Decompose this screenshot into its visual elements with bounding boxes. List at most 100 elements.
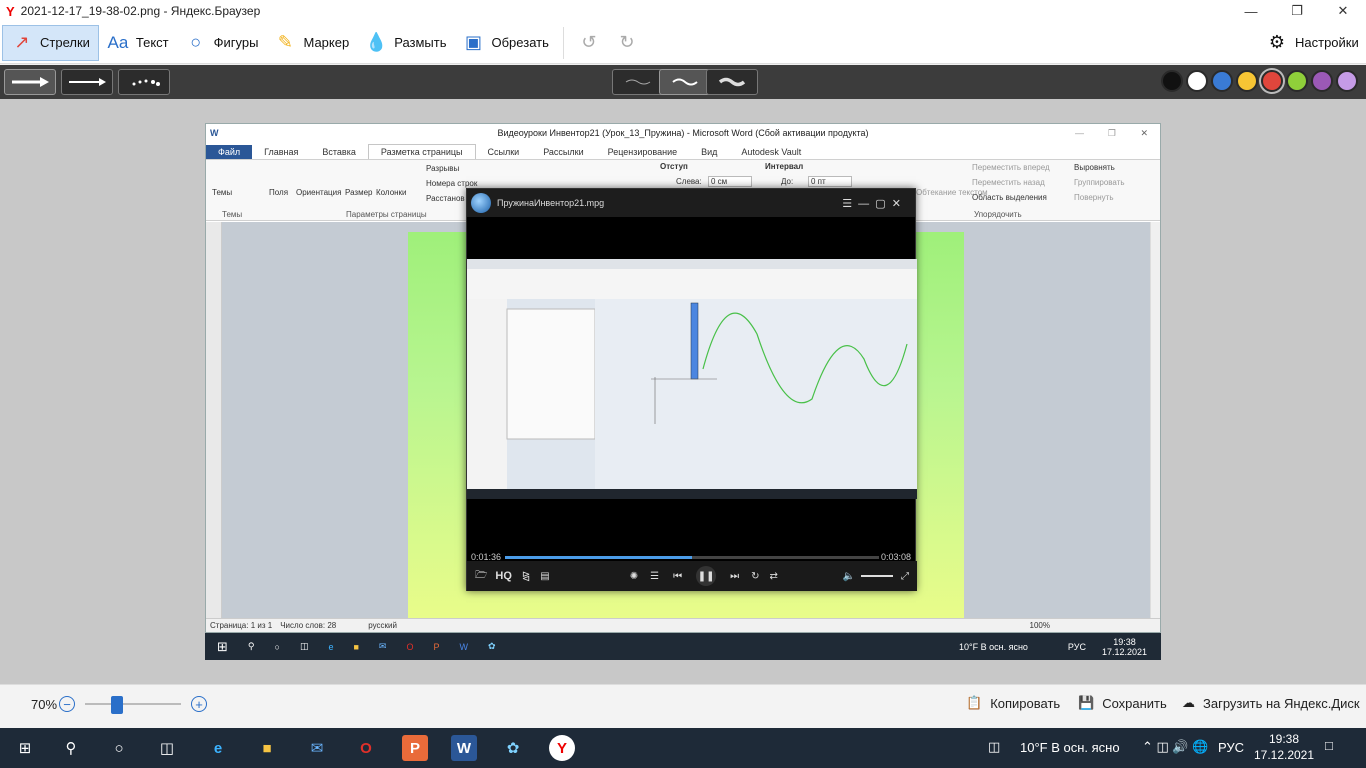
player-window-controls[interactable]: ☰ — ▢ ✕ [842,197,901,210]
next-icon[interactable]: ⏭ [730,571,739,582]
thick-arrow-icon [12,77,49,87]
arrow-style-thick-button[interactable] [4,69,56,95]
folder-icon[interactable]: 🗁 [475,568,487,585]
hyphenation-button[interactable]: Расстанов [426,194,465,203]
equalizer-icon[interactable]: ☰ [650,571,659,582]
restore-icon[interactable]: ❐ [1274,0,1320,22]
seek-bar[interactable] [505,556,879,559]
tab-page-layout[interactable]: Разметка страницы [367,144,476,159]
seek-bar-progress [505,556,692,559]
blur-tool-button[interactable]: 💧 Размыть [357,25,454,61]
line-numbers-button[interactable]: Номера строк [426,179,477,188]
upload-disk-button[interactable]: ☁ Загрузить на Яндекс.Диск [1182,695,1360,711]
tab-review[interactable]: Рецензирование [596,145,690,159]
task-view-icon[interactable]: ◫ [154,735,180,761]
start-icon[interactable]: ⊞ [12,735,38,761]
copy-button[interactable]: 📋 Копировать [966,695,1060,711]
color-swatch-green[interactable] [1286,70,1308,92]
powerpoint-icon[interactable]: P [402,735,428,761]
search-icon[interactable]: ⚲ [58,735,84,761]
edge-icon[interactable]: e [205,735,231,761]
volume-slider[interactable] [861,575,893,577]
media-player-icon[interactable]: ✿ [500,735,526,761]
zoom-slider-thumb[interactable] [111,696,123,714]
breaks-button[interactable]: Разрывы [426,164,459,173]
cortana-icon[interactable]: ○ [106,735,132,761]
video-frame[interactable] [467,259,917,499]
arrow-style-thin-button[interactable] [61,69,113,95]
zoom-in-button[interactable]: + [191,696,207,712]
opera-icon[interactable]: O [353,735,379,761]
color-swatch-purple[interactable] [1311,70,1333,92]
tab-insert[interactable]: Вставка [310,145,367,159]
line-medium-button[interactable] [659,69,711,95]
color-swatch-yellow[interactable] [1236,70,1258,92]
shuffle-icon[interactable]: ⇄ [770,571,778,582]
pause-icon[interactable]: ❚❚ [696,566,717,586]
rotate-button[interactable]: Повернуть [1074,193,1114,202]
align-button[interactable]: Выровнять [1074,163,1115,172]
volume-icon[interactable]: 🔈 [843,571,855,582]
file-explorer-icon[interactable]: ■ [254,735,280,761]
line-thin-button[interactable] [612,69,664,95]
arrow-style-dotted-button[interactable] [118,69,170,95]
subtitles-icon[interactable]: ▤ [540,571,549,582]
minimize-icon[interactable]: — [1228,0,1274,22]
settings-button[interactable]: ⚙ Настройки [1258,25,1366,61]
columns-button[interactable]: Колонки [376,188,407,197]
previous-icon[interactable]: ⏮ [673,571,682,582]
line-thick-button[interactable] [706,69,758,95]
tab-view[interactable]: Вид [689,145,729,159]
left-indent-input[interactable]: 0 см [708,176,752,187]
color-swatch-red[interactable] [1261,70,1283,92]
repeat-icon[interactable]: ↻ [751,571,759,582]
color-swatch-lilac[interactable] [1336,70,1358,92]
yandex-browser-icon[interactable]: Y [549,735,575,761]
zoom-out-button[interactable]: − [59,696,75,712]
tab-home[interactable]: Главная [252,145,310,159]
surround-icon[interactable]: ⧎ [522,571,530,582]
send-backward-button[interactable]: Переместить назад [972,178,1045,187]
hq-button[interactable]: HQ [495,570,512,582]
vertical-scrollbar[interactable] [1150,222,1160,618]
fields-button[interactable]: Поля [269,188,288,197]
color-swatch-black[interactable] [1161,70,1183,92]
tray-icons[interactable]: ⌃ ◫ 🔊 🌐 [1142,739,1208,755]
selection-pane-button[interactable]: Область выделения [972,193,1047,202]
mail-icon[interactable]: ✉ [304,735,330,761]
word-minimize-icon[interactable]: — [1075,128,1084,138]
thick-wave-icon [718,77,746,87]
tab-references[interactable]: Ссылки [476,145,532,159]
close-icon[interactable]: ✕ [1320,0,1366,22]
inner-powerpoint-icon: P [433,641,440,652]
redo-button[interactable]: ↻ [608,25,646,61]
themes-button[interactable]: Темы [212,188,232,197]
group-button[interactable]: Группировать [1074,178,1125,187]
notifications-icon[interactable]: □ [1325,738,1333,753]
word-restore-icon[interactable]: ❐ [1108,128,1116,139]
language-indicator[interactable]: РУС [1218,740,1244,755]
fullscreen-icon[interactable]: ⤢ [901,571,909,582]
arrows-tool-button[interactable]: ↗ Стрелки [2,24,99,61]
before-input[interactable]: 0 пт [808,176,852,187]
crop-tool-button[interactable]: ▣ Обрезать [455,25,557,61]
settings-icon[interactable]: ✺ [630,571,638,582]
orientation-button[interactable]: Ориентация [296,188,341,197]
shapes-tool-button[interactable]: ○ Фигуры [177,25,267,61]
bring-forward-button[interactable]: Переместить вперед [972,163,1050,172]
word-icon[interactable]: W [451,735,477,761]
save-button[interactable]: 💾 Сохранить [1078,695,1167,711]
tab-mailings[interactable]: Рассылки [531,145,595,159]
text-tool-button[interactable]: Aa Текст [99,25,177,61]
color-swatch-white[interactable] [1186,70,1208,92]
color-swatch-blue[interactable] [1211,70,1233,92]
word-close-icon[interactable]: ✕ [1140,128,1148,139]
tab-file[interactable]: Файл [206,145,253,159]
tab-autodesk-vault[interactable]: Autodesk Vault [729,145,813,159]
zoom-slider[interactable] [85,703,181,705]
size-button[interactable]: Размер [345,188,373,197]
clock[interactable]: 19:38 17.12.2021 [1252,731,1316,763]
marker-tool-button[interactable]: ✎ Маркер [266,25,357,61]
undo-button[interactable]: ↺ [570,25,608,61]
weather-status[interactable]: 10°F В осн. ясно [1020,740,1120,755]
